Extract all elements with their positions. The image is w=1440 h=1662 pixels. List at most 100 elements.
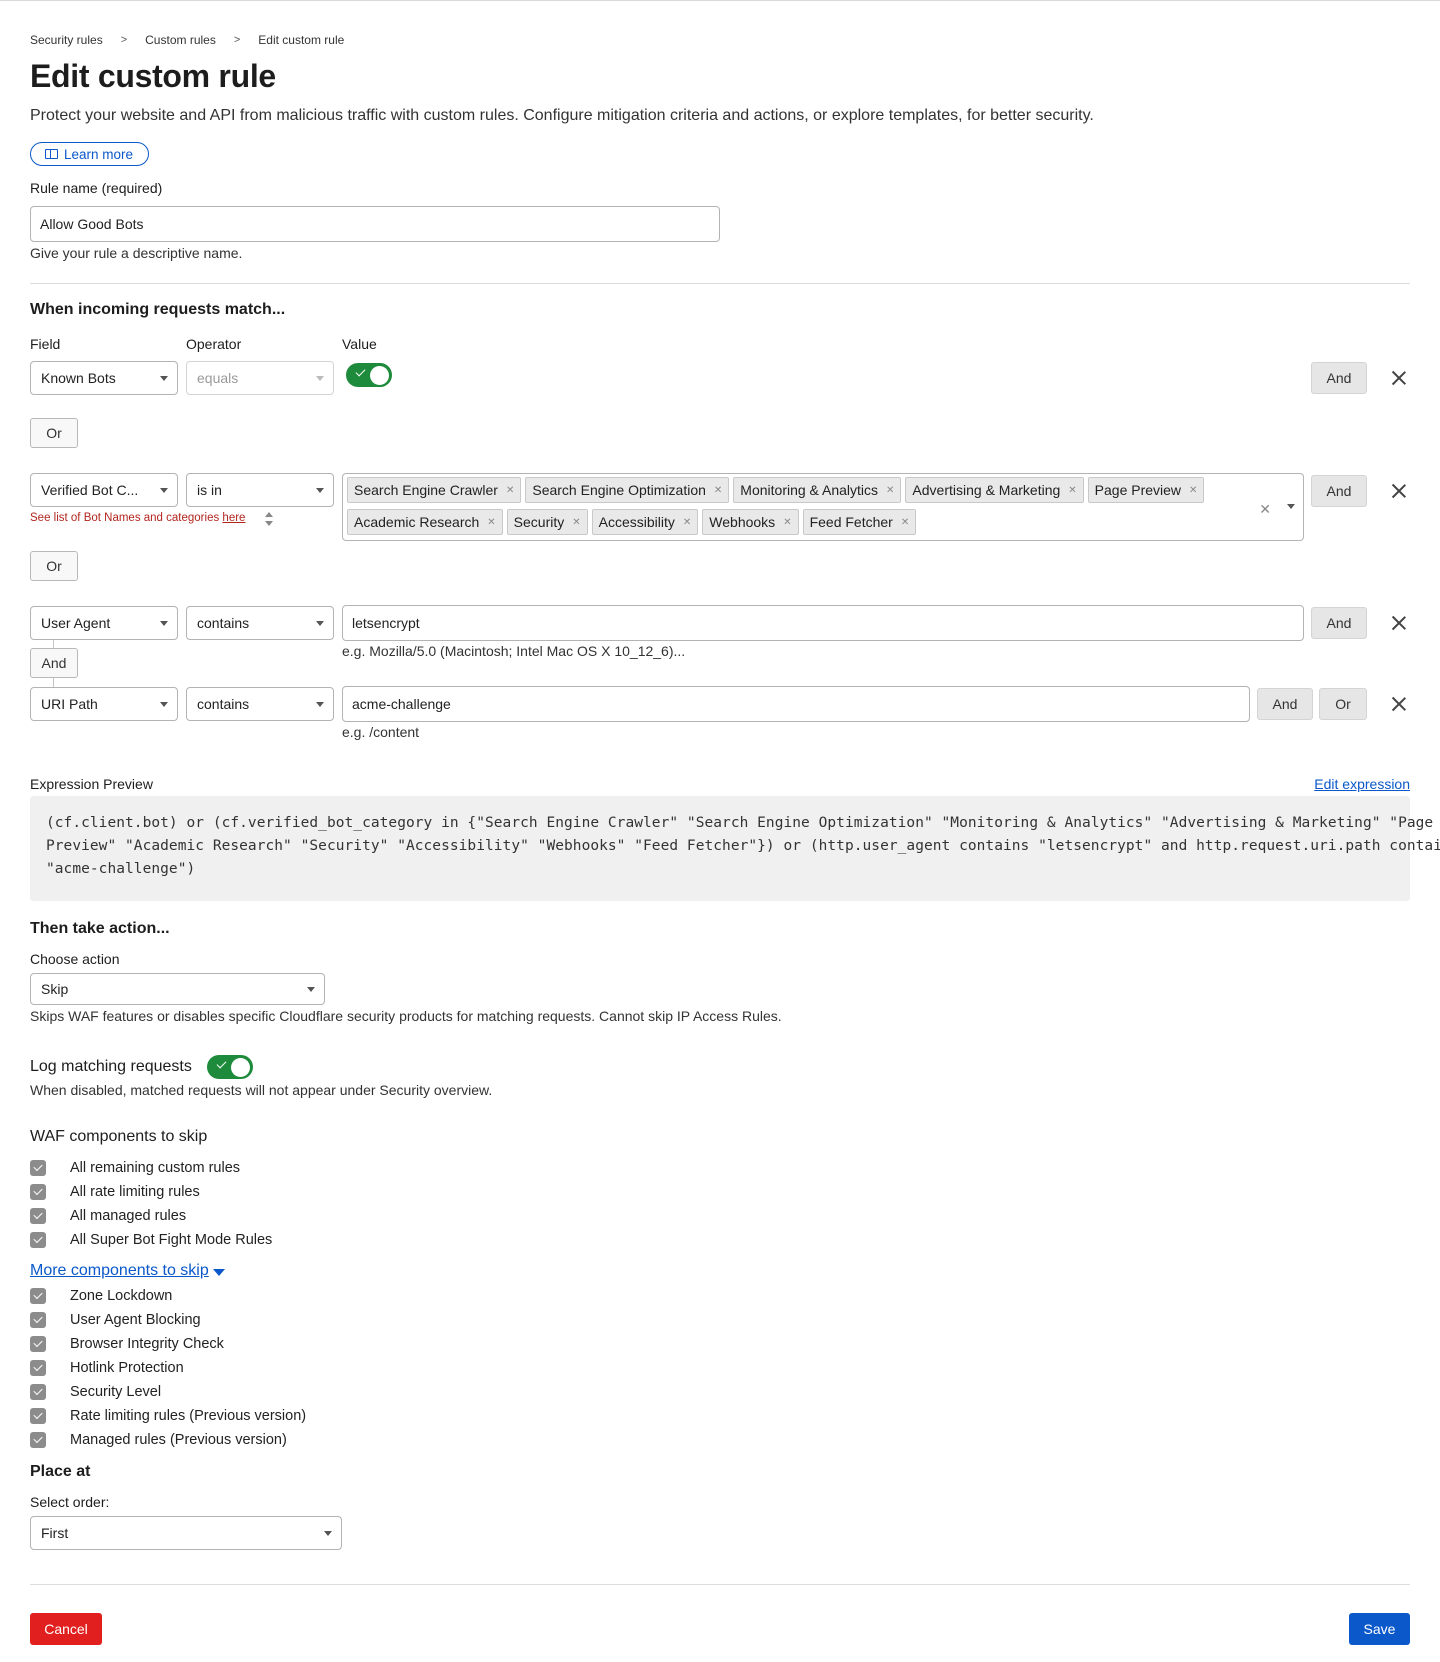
chevron-down-icon (316, 621, 324, 626)
checkbox-checked[interactable] (30, 1360, 46, 1376)
close-icon[interactable] (1389, 613, 1409, 633)
and-connector-button[interactable]: And (30, 648, 78, 678)
field-select-user-agent[interactable]: User Agent (30, 606, 178, 640)
waf-checkbox-row[interactable]: All managed rules (30, 1208, 186, 1224)
chevron-down-icon (160, 702, 168, 707)
chip-remove-icon[interactable]: ✕ (683, 517, 691, 528)
checkbox-checked[interactable] (30, 1232, 46, 1248)
chip: Accessibility ✕ (591, 509, 699, 535)
bot-category-multiselect[interactable]: Search Engine Crawler ✕ Search Engine Opt… (342, 473, 1304, 541)
waf-checkbox-row[interactable]: Managed rules (Previous version) (30, 1432, 287, 1448)
waf-checkbox-row[interactable]: All remaining custom rules (30, 1160, 240, 1176)
waf-checkbox-row[interactable]: Browser Integrity Check (30, 1336, 224, 1352)
field-select-uri-path[interactable]: URI Path (30, 687, 178, 721)
field-select-verified-bot[interactable]: Verified Bot C... (30, 473, 178, 507)
action-section-title: Then take action... (30, 920, 170, 937)
or-button-2[interactable]: Or (30, 551, 78, 581)
or-button-1[interactable]: Or (30, 418, 78, 448)
page-title: Edit custom rule (30, 58, 276, 94)
checkbox-label: User Agent Blocking (70, 1312, 201, 1328)
check-icon (355, 366, 366, 377)
checkbox-label: Hotlink Protection (70, 1360, 184, 1376)
save-button[interactable]: Save (1349, 1613, 1410, 1645)
and-button-row-1[interactable]: And (1311, 362, 1367, 394)
breadcrumb-security-rules[interactable]: Security rules (30, 33, 103, 47)
chip-remove-icon[interactable]: ✕ (572, 517, 580, 528)
action-select[interactable]: Skip (30, 973, 325, 1005)
more-components-link[interactable]: More components to skip (30, 1262, 225, 1280)
edit-expression-link[interactable]: Edit expression (1314, 776, 1410, 792)
field-select-value: Verified Bot C... (41, 482, 139, 498)
chevron-down-icon[interactable] (1287, 504, 1295, 509)
chevron-down-icon (160, 488, 168, 493)
bot-categories-here-link[interactable]: here (222, 512, 245, 524)
divider (30, 1584, 1410, 1585)
expression-line: "acme-challenge") (46, 861, 196, 877)
chip-remove-icon[interactable]: ✕ (901, 517, 909, 528)
learn-more-button[interactable]: Learn more (30, 142, 150, 166)
chip: Academic Research ✕ (347, 509, 503, 535)
cancel-button[interactable]: Cancel (30, 1613, 102, 1645)
checkbox-checked[interactable] (30, 1384, 46, 1400)
waf-checkbox-row[interactable]: Hotlink Protection (30, 1360, 184, 1376)
checkbox-checked[interactable] (30, 1160, 46, 1176)
operator-select-value: is in (197, 482, 222, 498)
checkbox-label: All Super Bot Fight Mode Rules (70, 1232, 273, 1248)
operator-select-contains[interactable]: contains (186, 606, 334, 640)
close-icon[interactable] (1389, 694, 1409, 714)
and-button-row-3[interactable]: And (1311, 607, 1367, 639)
checkbox-label: All remaining custom rules (70, 1160, 241, 1176)
known-bots-value-toggle[interactable] (346, 363, 392, 387)
field-select-known-bots[interactable]: Known Bots (30, 361, 178, 395)
checkbox-checked[interactable] (30, 1288, 46, 1304)
waf-checkbox-row[interactable]: Zone Lockdown (30, 1288, 172, 1304)
chevron-down-icon (324, 1531, 332, 1536)
breadcrumb-current: Edit custom rule (258, 33, 345, 47)
chip-remove-icon[interactable]: ✕ (783, 517, 791, 528)
close-icon[interactable] (1389, 481, 1409, 501)
user-agent-value-input[interactable]: letsencrypt (342, 605, 1304, 641)
clear-all-icon[interactable]: ✕ (1259, 501, 1271, 518)
checkbox-checked[interactable] (30, 1312, 46, 1328)
chip-remove-icon[interactable]: ✕ (1189, 485, 1197, 496)
order-select[interactable]: First (30, 1516, 342, 1550)
check-icon (216, 1058, 227, 1069)
close-icon[interactable] (1389, 368, 1409, 388)
checkbox-label: Browser Integrity Check (70, 1336, 224, 1352)
checkbox-checked[interactable] (30, 1184, 46, 1200)
action-help: Skips WAF features or disables specific … (30, 1008, 782, 1024)
chip-remove-icon[interactable]: ✕ (886, 485, 894, 496)
checkbox-checked[interactable] (30, 1408, 46, 1424)
toggle-knob (370, 365, 389, 385)
chip-label: Academic Research (354, 514, 480, 530)
chevron-down-icon (307, 987, 315, 992)
waf-checkbox-row[interactable]: All rate limiting rules (30, 1184, 200, 1200)
operator-select-equals: equals (186, 361, 334, 395)
chip-remove-icon[interactable]: ✕ (714, 485, 722, 496)
chip: Monitoring & Analytics ✕ (733, 477, 902, 503)
operator-select-is-in[interactable]: is in (186, 473, 334, 507)
waf-checkbox-row[interactable]: Rate limiting rules (Previous version) (30, 1408, 306, 1424)
rule-name-input[interactable]: Allow Good Bots (30, 206, 720, 242)
chip-remove-icon[interactable]: ✕ (1068, 485, 1076, 496)
log-matching-toggle[interactable] (207, 1055, 253, 1079)
and-button-row-2[interactable]: And (1311, 475, 1367, 507)
breadcrumb-custom-rules[interactable]: Custom rules (145, 33, 216, 47)
or-button-row-4[interactable]: Or (1319, 688, 1367, 720)
checkbox-label: All managed rules (70, 1208, 187, 1224)
checkbox-checked[interactable] (30, 1432, 46, 1448)
checkbox-checked[interactable] (30, 1336, 46, 1352)
waf-checkbox-row[interactable]: Security Level (30, 1384, 161, 1400)
operator-select-contains[interactable]: contains (186, 687, 334, 721)
waf-checkbox-row[interactable]: All Super Bot Fight Mode Rules (30, 1232, 272, 1248)
chip-remove-icon[interactable]: ✕ (506, 485, 514, 496)
log-help: When disabled, matched requests will not… (30, 1082, 493, 1098)
checkbox-label: All rate limiting rules (70, 1184, 200, 1200)
toggle-knob (231, 1057, 250, 1077)
waf-checkbox-row[interactable]: User Agent Blocking (30, 1312, 201, 1328)
uri-path-value-input[interactable]: acme-challenge (342, 686, 1250, 722)
checkbox-checked[interactable] (30, 1208, 46, 1224)
and-button-row-4[interactable]: And (1257, 688, 1313, 720)
chip-remove-icon[interactable]: ✕ (487, 517, 495, 528)
chip-label: Monitoring & Analytics (740, 482, 879, 498)
